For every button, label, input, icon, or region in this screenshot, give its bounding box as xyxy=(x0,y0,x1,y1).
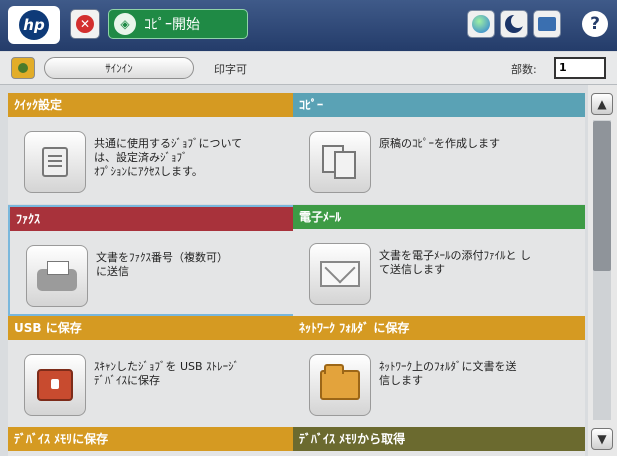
home-icon xyxy=(18,63,28,73)
tile-description: 文書をﾌｧｸｽ番号（複数可） に送信 xyxy=(96,251,228,278)
email-icon xyxy=(309,243,371,305)
tile-retrieve-device-memory[interactable]: ﾃﾞﾊﾞｲｽ ﾒﾓﾘから取得 xyxy=(293,427,585,456)
tile-title: ﾌｧｸｽ xyxy=(10,207,298,231)
start-copy-label: ｺﾋﾟｰ開始 xyxy=(144,17,200,33)
folder-icon xyxy=(309,354,371,416)
stop-x-icon: ✕ xyxy=(76,15,94,33)
home-button[interactable] xyxy=(11,57,35,79)
tile-title: USB に保存 xyxy=(8,316,300,340)
tile-title: 電子ﾒｰﾙ xyxy=(293,205,585,229)
app-grid: ｸｲｯｸ設定 共通に使用するｼﾞｮﾌﾞについて は、設定済みｼﾞｮﾌﾞ ｵﾌﾟｼ… xyxy=(0,85,585,456)
tile-title: ｸｲｯｸ設定 xyxy=(8,93,300,117)
sleep-moon-icon[interactable] xyxy=(500,10,528,38)
hp-logo: hp xyxy=(8,6,60,44)
scroll-up-button[interactable]: ▲ xyxy=(591,93,613,115)
fax-icon xyxy=(26,245,88,307)
hp-logo-mark: hp xyxy=(19,10,49,40)
help-button[interactable]: ? xyxy=(582,11,608,37)
network-globe-icon[interactable] xyxy=(467,10,495,38)
scroll-down-button[interactable]: ▼ xyxy=(591,428,613,450)
quick-sets-icon xyxy=(24,131,86,193)
tile-save-network-folder[interactable]: ﾈｯﾄﾜｰｸ ﾌｫﾙﾀﾞ に保存 ﾈｯﾄﾜｰｸ上のﾌｫﾙﾀﾞに文書を送 信します xyxy=(293,316,585,427)
tile-fax[interactable]: ﾌｧｸｽ 文書をﾌｧｸｽ番号（複数可） に送信 xyxy=(8,205,300,316)
tile-description: 文書を電子ﾒｰﾙの添付ﾌｧｲﾙと し て送信します xyxy=(379,249,531,276)
tile-quick-sets[interactable]: ｸｲｯｸ設定 共通に使用するｼﾞｮﾌﾞについて は、設定済みｼﾞｮﾌﾞ ｵﾌﾟｼ… xyxy=(8,93,300,204)
scrollbar[interactable]: ▲ ▼ xyxy=(588,85,617,456)
copy-icon xyxy=(309,131,371,193)
stop-button[interactable]: ✕ xyxy=(70,9,100,39)
tile-copy[interactable]: ｺﾋﾟｰ 原稿のｺﾋﾟｰを作成します xyxy=(293,93,585,204)
tile-description: 共通に使用するｼﾞｮﾌﾞについて は、設定済みｼﾞｮﾌﾞ ｵﾌﾟｼｮﾝにｱｸｾｽ… xyxy=(94,137,243,178)
top-bar: hp ✕ ◈ ｺﾋﾟｰ開始 ? xyxy=(0,0,617,51)
tile-email[interactable]: 電子ﾒｰﾙ 文書を電子ﾒｰﾙの添付ﾌｧｲﾙと し て送信します xyxy=(293,205,585,316)
sub-bar: ｻｲﾝｲﾝ 印字可 部数: 1 xyxy=(0,52,617,85)
sign-in-button[interactable]: ｻｲﾝｲﾝ xyxy=(44,57,194,79)
scroll-thumb[interactable] xyxy=(593,121,611,271)
copies-input[interactable]: 1 xyxy=(554,57,606,79)
tile-save-usb[interactable]: USB に保存 ｽｷｬﾝしたｼﾞｮﾌﾞを USB ｽﾄﾚｰｼﾞ ﾃﾞﾊﾞｲｽに保… xyxy=(8,316,300,427)
device-status: 印字可 xyxy=(214,63,247,76)
tile-title: ﾃﾞﾊﾞｲｽ ﾒﾓﾘに保存 xyxy=(8,427,300,451)
start-icon: ◈ xyxy=(114,13,136,35)
copies-label: 部数: xyxy=(511,63,537,76)
start-copy-button[interactable]: ◈ ｺﾋﾟｰ開始 xyxy=(108,9,248,39)
tile-description: ｽｷｬﾝしたｼﾞｮﾌﾞを USB ｽﾄﾚｰｼﾞ ﾃﾞﾊﾞｲｽに保存 xyxy=(94,360,240,387)
tile-title: ﾈｯﾄﾜｰｸ ﾌｫﾙﾀﾞ に保存 xyxy=(293,316,585,340)
tile-description: ﾈｯﾄﾜｰｸ上のﾌｫﾙﾀﾞに文書を送 信します xyxy=(379,360,517,387)
tile-title: ﾃﾞﾊﾞｲｽ ﾒﾓﾘから取得 xyxy=(293,427,585,451)
tile-title: ｺﾋﾟｰ xyxy=(293,93,585,117)
usb-icon xyxy=(24,354,86,416)
tile-description: 原稿のｺﾋﾟｰを作成します xyxy=(379,137,500,150)
network-icon[interactable] xyxy=(533,10,561,38)
tile-save-device-memory[interactable]: ﾃﾞﾊﾞｲｽ ﾒﾓﾘに保存 xyxy=(8,427,300,456)
